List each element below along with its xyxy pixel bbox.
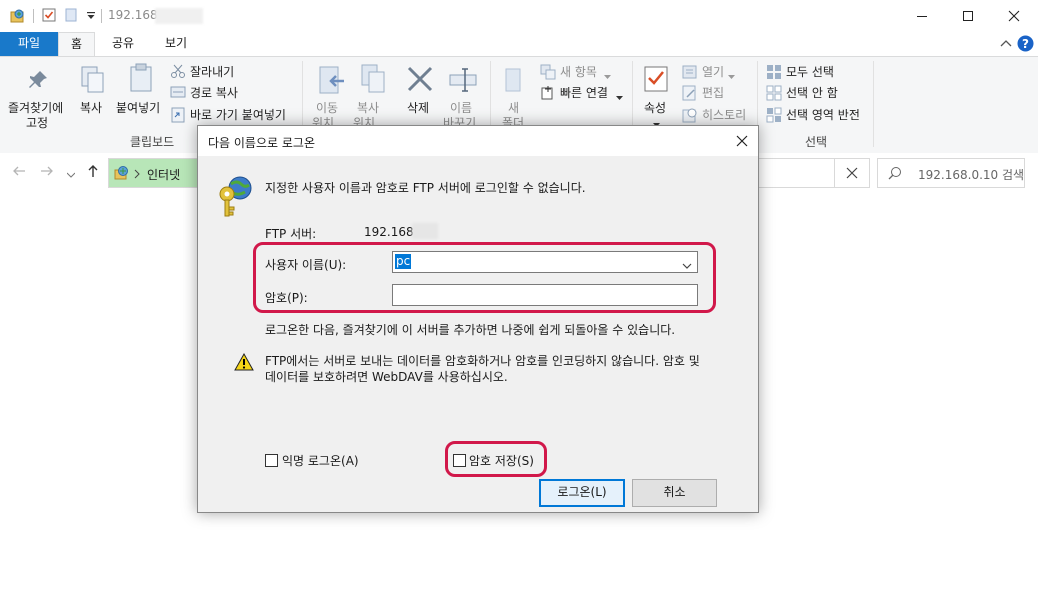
login-dialog: 다음 이름으로 로그온 지정한 사용자 이름과 암호로 FTP 서버에 로그인할… — [197, 125, 759, 513]
error-message: 지정한 사용자 이름과 암호로 FTP 서버에 로그인할 수 없습니다. — [265, 181, 586, 195]
tab-view[interactable]: 보기 — [153, 32, 199, 56]
customize-qat-icon[interactable] — [86, 10, 100, 24]
paste-shortcut-button[interactable]: 바로 가기 붙여넣기 — [190, 106, 286, 123]
anonymous-login-label[interactable]: 익명 로그온(A) — [282, 452, 359, 469]
save-password-highlight — [445, 441, 547, 477]
cancel-button[interactable]: 취소 — [632, 479, 717, 507]
invert-selection-icon — [766, 107, 782, 126]
anonymous-login-checkbox[interactable] — [265, 454, 278, 467]
address-chevron-icon[interactable] — [134, 168, 140, 182]
warning-text-line-1: FTP에서는 서버로 보내는 데이터를 암호화하거나 암호를 인코딩하지 않습니… — [265, 354, 700, 368]
window-title: 192.168 — [108, 8, 158, 22]
select-group-label: 선택 — [805, 135, 828, 149]
forward-icon[interactable] — [40, 165, 54, 180]
new-item-button[interactable]: 새 항목 — [560, 63, 597, 80]
search-icon — [888, 166, 902, 183]
rename-icon — [448, 67, 478, 96]
open-icon — [682, 64, 698, 83]
properties-icon — [643, 65, 669, 96]
recent-dropdown-icon[interactable] — [66, 167, 76, 181]
close-window-button[interactable] — [991, 0, 1037, 31]
key-globe-icon — [216, 174, 256, 221]
ribbon-tabs: 파일 홈 공유 보기 ? — [0, 32, 1038, 57]
copy-button[interactable]: 복사 — [80, 99, 102, 116]
edit-button[interactable]: 편집 — [702, 84, 724, 101]
copy-to-icon — [358, 63, 388, 98]
paste-button[interactable]: 붙여넣기 — [116, 99, 160, 116]
open-dropdown-icon — [728, 69, 736, 83]
properties-quick-icon[interactable] — [42, 8, 56, 22]
warning-text-line-2: 데이터를 보호하려면 WebDAV를 사용하십시오. — [265, 370, 508, 384]
properties-button[interactable]: 속성 — [644, 99, 666, 116]
easy-access-dropdown-icon — [616, 90, 624, 104]
select-all-button[interactable]: 모두 선택 — [786, 63, 834, 80]
tab-file[interactable]: 파일 — [0, 32, 58, 56]
credentials-highlight — [253, 242, 716, 313]
paste-shortcut-icon — [170, 107, 186, 126]
copy-path-button[interactable]: 경로 복사 — [190, 84, 238, 101]
select-none-button[interactable]: 선택 안 함 — [786, 84, 838, 101]
ftp-server-label: FTP 서버: — [265, 227, 317, 241]
tab-home[interactable]: 홈 — [58, 32, 96, 57]
new-item-dropdown-icon — [604, 69, 612, 83]
up-icon[interactable] — [87, 164, 99, 181]
invert-selection-button[interactable]: 선택 영역 반전 — [786, 106, 860, 123]
info-text: 로그온한 다음, 즐겨찾기에 이 서버를 추가하면 나중에 쉽게 되돌아올 수 … — [265, 323, 676, 337]
search-placeholder: 192.168.0.10 검색 — [918, 168, 1025, 182]
edit-icon — [682, 85, 698, 104]
easy-access-icon — [540, 85, 556, 104]
new-item-icon — [540, 64, 556, 83]
delete-icon — [406, 65, 434, 96]
dialog-title-bar: 다음 이름으로 로그온 — [198, 126, 758, 156]
warning-icon — [234, 352, 254, 374]
help-icon[interactable]: ? — [1017, 35, 1034, 55]
redacted-mask — [412, 223, 438, 239]
cut-button[interactable]: 잘라내기 — [190, 63, 234, 80]
tab-share[interactable]: 공유 — [100, 32, 146, 56]
title-bar: 192.168 — [0, 0, 1038, 32]
history-button[interactable]: 히스토리 — [702, 106, 746, 123]
pin-label-2[interactable]: 고정 — [26, 114, 48, 131]
search-box[interactable]: 192.168.0.10 검색 — [877, 158, 1025, 188]
address-crumb[interactable]: 인터넷 — [147, 166, 180, 183]
copy-icon — [80, 65, 106, 98]
collapse-ribbon-icon[interactable] — [1000, 38, 1012, 52]
dialog-title: 다음 이름으로 로그온 — [208, 136, 315, 150]
move-to-icon — [316, 65, 346, 100]
new-folder-quick-icon[interactable] — [64, 8, 78, 22]
clear-address-button[interactable] — [834, 158, 869, 188]
select-none-icon — [766, 85, 782, 104]
minimize-button[interactable] — [899, 0, 945, 31]
open-button[interactable]: 열기 — [702, 63, 724, 80]
delete-button[interactable]: 삭제 — [407, 99, 429, 116]
login-button[interactable]: 로그온(L) — [539, 479, 625, 507]
app-folder-icon — [10, 8, 24, 23]
easy-access-button[interactable]: 빠른 연결 — [560, 84, 608, 101]
paste-icon — [127, 63, 155, 98]
copy-path-icon — [170, 85, 186, 102]
cut-icon — [170, 63, 186, 82]
back-icon[interactable] — [12, 165, 26, 180]
pin-icon — [27, 69, 49, 94]
internet-icon — [114, 165, 130, 184]
dialog-close-icon[interactable] — [736, 135, 748, 150]
clipboard-group-label: 클립보드 — [130, 135, 175, 149]
select-all-icon — [766, 64, 782, 83]
maximize-button[interactable] — [945, 0, 991, 31]
new-folder-icon — [502, 65, 526, 98]
svg-text:?: ? — [1022, 37, 1029, 51]
history-icon — [682, 107, 698, 126]
